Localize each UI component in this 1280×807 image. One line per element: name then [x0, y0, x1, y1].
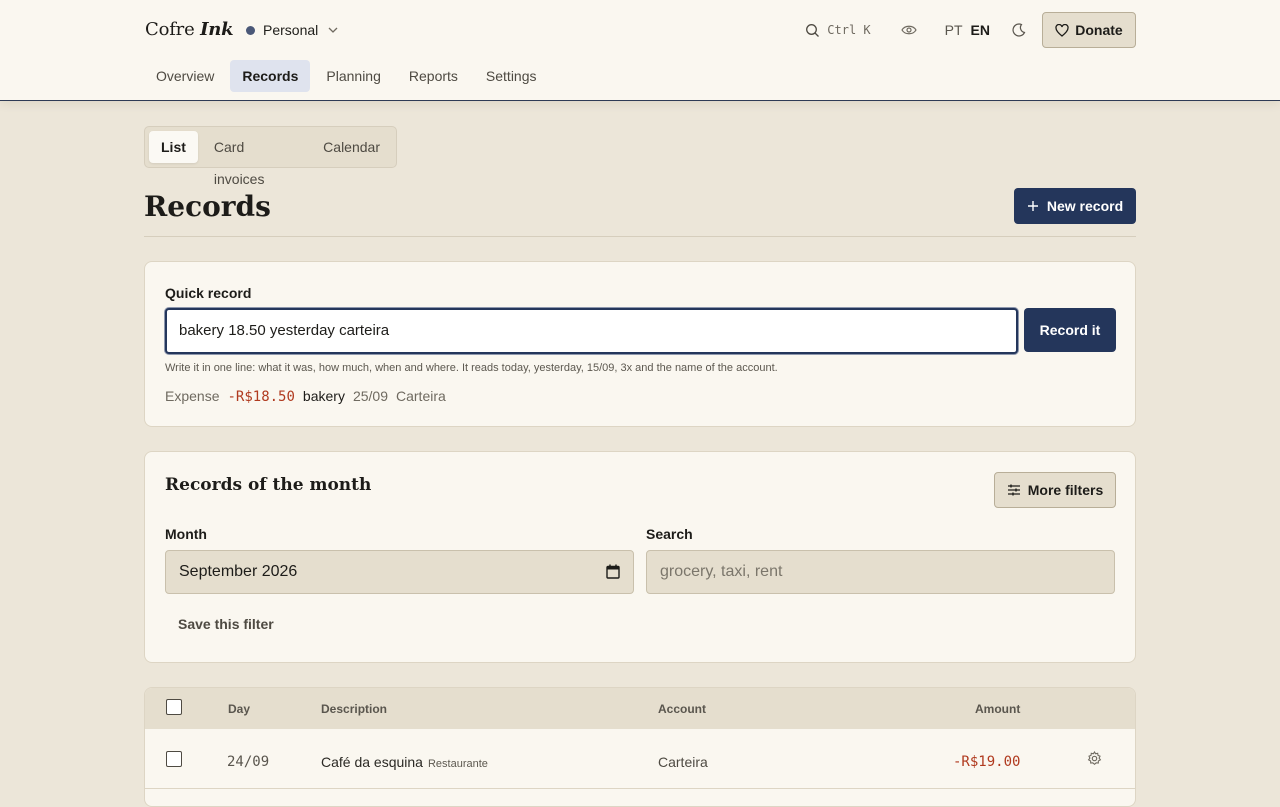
search-input[interactable]: grocery, taxi, rent — [646, 550, 1115, 594]
search-label: Search — [646, 526, 693, 542]
parsed-preview: Expense -R$18.50 bakery 25/09 Carteira — [165, 388, 446, 405]
header-amount[interactable]: Amount — [975, 702, 1020, 716]
new-record-label: New record — [1046, 198, 1124, 214]
preview-date: 25/09 — [352, 388, 388, 404]
donate-label: Donate — [1075, 22, 1123, 38]
nav-reports[interactable]: Reports — [397, 60, 470, 92]
profile-name: Personal — [263, 22, 319, 38]
profile-switcher[interactable]: Personal — [246, 20, 340, 40]
month-value: September 2026 — [179, 563, 298, 580]
records-table: Day Description Account Amount 24/09 Caf… — [144, 687, 1136, 807]
lang-pt[interactable]: PT — [945, 22, 963, 38]
nav-settings[interactable]: Settings — [474, 60, 549, 92]
month-picker[interactable]: September 2026 — [165, 550, 634, 594]
brand-name: Cofre — [145, 19, 195, 40]
more-filters-label: More filters — [1027, 482, 1104, 498]
preview-description: bakery — [302, 388, 345, 404]
filters-card: Records of the month More filters Month … — [144, 451, 1136, 663]
language-switcher: PT EN — [945, 22, 990, 38]
search-icon — [806, 23, 820, 37]
profile-color-dot — [246, 25, 255, 35]
row-category-tag: Restaurante — [427, 758, 488, 770]
moon-icon — [1012, 23, 1026, 37]
page-title: Records — [144, 190, 271, 223]
save-filter-button[interactable]: Save this filter — [178, 616, 274, 632]
nav-overview[interactable]: Overview — [144, 60, 226, 92]
row-checkbox[interactable] — [166, 751, 182, 767]
new-record-button[interactable]: New record — [1014, 188, 1136, 224]
donate-button[interactable]: Donate — [1042, 12, 1136, 48]
header-day[interactable]: Day — [228, 702, 250, 716]
shortcut-hint: Ctrl K — [827, 23, 871, 37]
view-switcher: List Card invoices Calendar — [144, 126, 397, 187]
quick-record-input[interactable]: bakery 18.50 yesterday carteira — [165, 308, 1018, 354]
row-day: 24/09 — [227, 754, 270, 770]
row-description-cell: Café da esquina Restaurante — [321, 754, 488, 770]
nav-planning[interactable]: Planning — [314, 60, 393, 92]
theme-toggle[interactable] — [1012, 23, 1026, 37]
quick-record-card: Quick record bakery 18.50 yesterday cart… — [144, 261, 1136, 427]
row-amount: -R$19.00 — [953, 754, 1021, 770]
brand-name-accent: Ink — [200, 19, 234, 40]
row-description: Café da esquina — [321, 754, 423, 770]
gear-icon[interactable] — [1087, 751, 1102, 766]
month-label: Month — [165, 526, 207, 542]
command-palette-button[interactable]: Ctrl K — [805, 23, 871, 38]
header-description[interactable]: Description — [321, 702, 387, 716]
preview-account: Carteira — [396, 388, 446, 404]
preview-amount: -R$18.50 — [227, 389, 295, 405]
heart-icon — [1055, 23, 1069, 37]
header-account[interactable]: Account — [658, 702, 706, 716]
privacy-toggle[interactable] — [900, 24, 917, 36]
record-it-button[interactable]: Record it — [1024, 308, 1116, 352]
more-filters-button[interactable]: More filters — [994, 472, 1116, 508]
quick-record-label: Quick record — [165, 285, 252, 301]
filters-title: Records of the month — [165, 475, 372, 495]
eye-icon — [900, 25, 917, 35]
sliders-icon — [1007, 484, 1020, 496]
chevron-down-icon — [328, 27, 338, 33]
nav-records[interactable]: Records — [230, 60, 311, 92]
app-logo[interactable]: Cofre Ink — [145, 19, 234, 40]
tab-list[interactable]: List — [149, 131, 198, 163]
preview-kind: Expense — [165, 388, 220, 404]
select-all-checkbox[interactable] — [166, 699, 182, 715]
tab-calendar[interactable]: Calendar — [311, 131, 392, 163]
row-account: Carteira — [658, 754, 708, 770]
table-row[interactable]: 24/09 Café da esquina Restaurante Carteir… — [145, 729, 1135, 789]
title-divider — [144, 236, 1136, 237]
main-nav: Overview Records Planning Reports Settin… — [144, 60, 553, 92]
tab-card-invoices[interactable]: Card invoices — [202, 131, 307, 187]
lang-en[interactable]: EN — [971, 22, 990, 38]
plus-icon — [1027, 201, 1038, 211]
quick-record-hint: Write it in one line: what it was, how m… — [165, 362, 778, 374]
calendar-icon[interactable] — [606, 564, 620, 579]
table-header: Day Description Account Amount — [145, 688, 1135, 729]
top-bar: Cofre Ink Personal Ctrl K PT EN Donate O… — [0, 0, 1280, 101]
